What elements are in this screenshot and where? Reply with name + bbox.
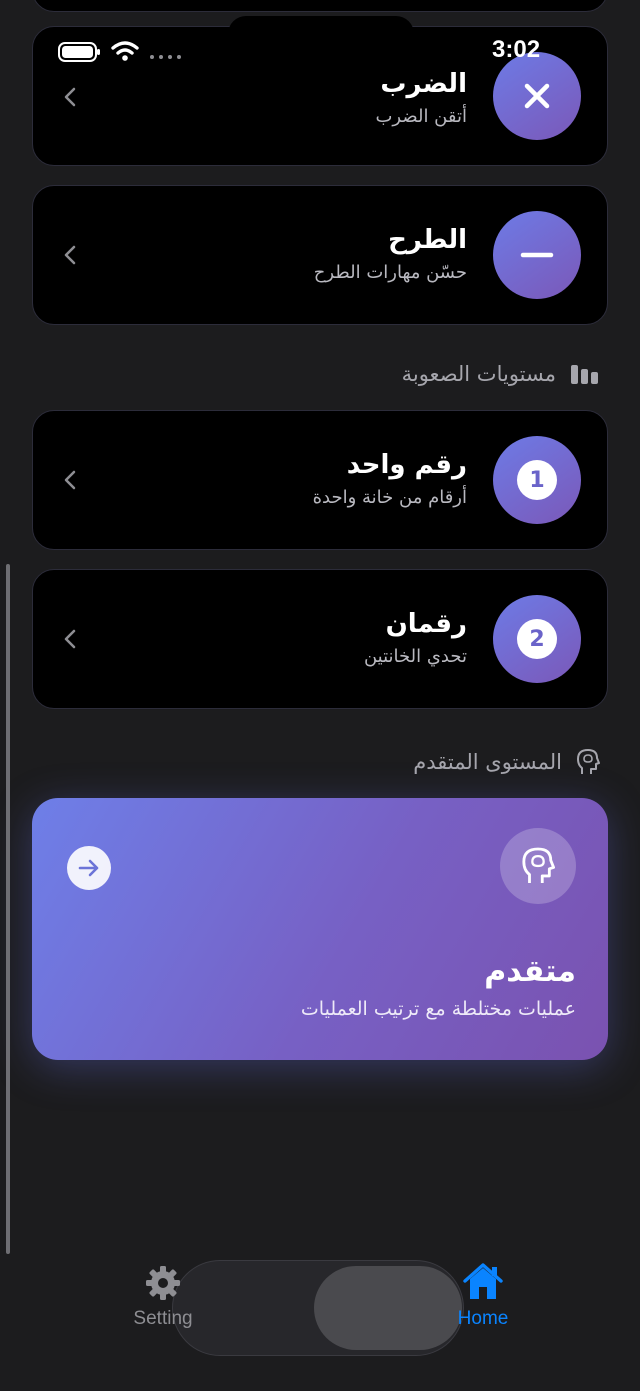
chevron-left-icon: [64, 629, 76, 649]
dynamic-island: [228, 16, 414, 52]
section-title: المستوى المتقدم: [413, 750, 562, 774]
level-badge-circle: 2: [493, 595, 581, 683]
level-badge-circle: 1: [493, 436, 581, 524]
minus-icon: [493, 211, 581, 299]
card-subtitle: أتقن الضرب: [375, 106, 467, 127]
advanced-card[interactable]: متقدم عمليات مختلطة مع ترتيب العمليات: [32, 798, 608, 1060]
tab-label: Home: [457, 1308, 509, 1329]
card-subtitle: أرقام من خانة واحدة: [312, 487, 467, 508]
section-header-difficulty: مستويات الصعوبة: [402, 362, 600, 386]
card-subtitle: تحدي الخانتين: [363, 646, 467, 667]
house-icon: [463, 1263, 503, 1299]
advanced-card-title: متقدم: [484, 954, 576, 989]
vertical-scrollbar[interactable]: [6, 564, 10, 1254]
wifi-icon: [111, 41, 139, 61]
card-title: رقم واحد: [346, 450, 467, 480]
card-title: الطرح: [388, 225, 467, 255]
card-subtitle: حسّن مهارات الطرح: [313, 262, 467, 283]
tab-home[interactable]: Home: [442, 1262, 524, 1330]
chevron-left-icon: [64, 87, 76, 107]
tab-selection-pill: [314, 1266, 462, 1350]
operation-card-subtract[interactable]: الطرح حسّن مهارات الطرح: [32, 185, 608, 325]
level-number: 2: [517, 619, 557, 659]
status-bar: 3:02: [0, 0, 640, 64]
battery-icon: [58, 42, 100, 62]
level-card-one-digit[interactable]: 1 رقم واحد أرقام من خانة واحدة: [32, 410, 608, 550]
chevron-left-icon: [64, 470, 76, 490]
tab-label: Setting: [133, 1308, 193, 1329]
level-number: 1: [517, 460, 557, 500]
tab-bar: Setting Home: [0, 1250, 640, 1391]
chevron-left-icon: [64, 245, 76, 265]
arrow-right-icon: [67, 846, 111, 890]
multiply-icon: [493, 52, 581, 140]
brain-head-icon: [577, 749, 600, 774]
card-title: الضرب: [380, 69, 467, 99]
section-title: مستويات الصعوبة: [401, 362, 556, 386]
gear-icon: [146, 1266, 180, 1300]
card-title: رقمان: [385, 609, 467, 639]
tab-setting[interactable]: Setting: [120, 1264, 206, 1330]
signal-dots-icon: [150, 55, 181, 59]
status-time: 3:02: [492, 36, 541, 63]
chart-bars-icon: [571, 365, 598, 384]
advanced-card-subtitle: عمليات مختلطة مع ترتيب العمليات: [300, 998, 576, 1020]
level-card-two-digits[interactable]: 2 رقمان تحدي الخانتين: [32, 569, 608, 709]
section-header-advanced: المستوى المتقدم: [413, 748, 600, 776]
brain-head-icon: [500, 828, 576, 904]
